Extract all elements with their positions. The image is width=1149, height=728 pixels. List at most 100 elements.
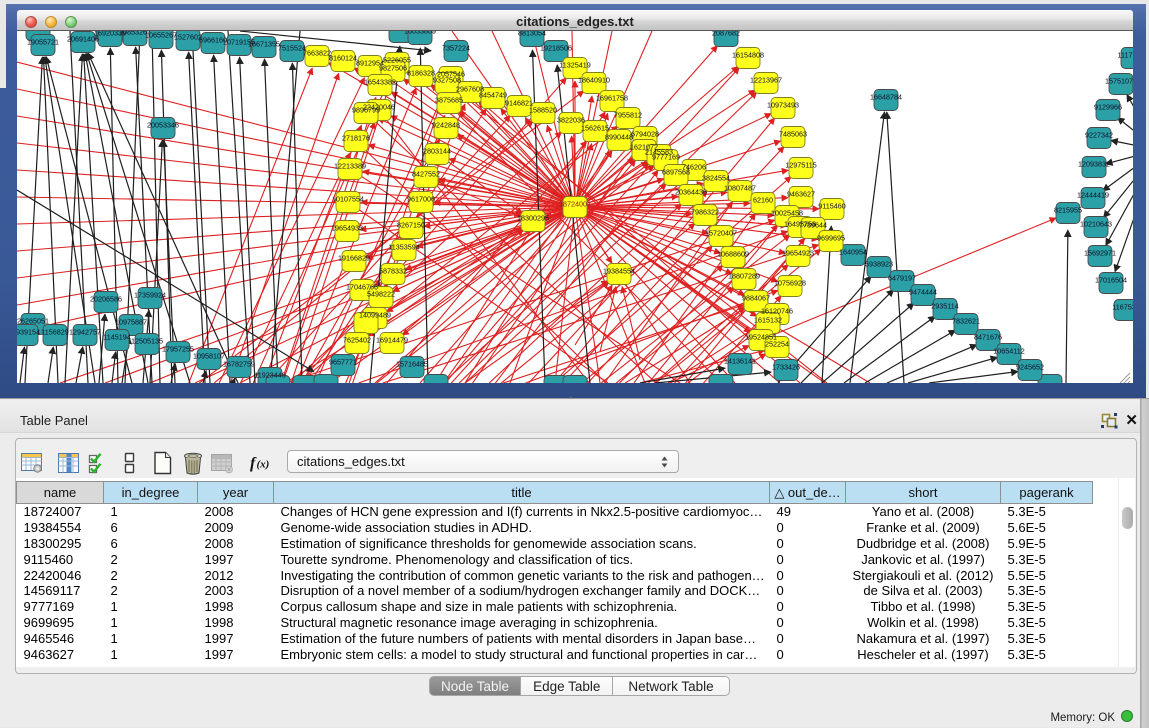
svg-text:1527602: 1527602 (174, 33, 202, 42)
svg-text:19654923: 19654923 (782, 249, 814, 258)
svg-text:7485063: 7485063 (779, 130, 807, 139)
svg-text:10975887: 10975887 (115, 318, 147, 327)
svg-text:9474444: 9474444 (909, 288, 937, 297)
svg-text:7663822: 7663822 (303, 49, 331, 58)
svg-text:11923446: 11923446 (254, 371, 285, 380)
svg-text:12213389: 12213389 (334, 162, 366, 171)
svg-text:1145194: 1145194 (103, 333, 130, 342)
svg-text:17359924: 17359924 (134, 291, 166, 300)
svg-text:9227342: 9227342 (1085, 131, 1113, 140)
svg-text:8215955: 8215955 (1054, 206, 1082, 215)
svg-text:17016504: 17016504 (1095, 276, 1127, 285)
svg-text:10973493: 10973493 (767, 101, 799, 110)
svg-text:15720407: 15720407 (705, 229, 737, 238)
svg-text:7357224: 7357224 (442, 44, 470, 53)
svg-text:10807487: 10807487 (724, 184, 756, 193)
svg-text:9777169: 9777169 (652, 153, 680, 162)
svg-text:16671355: 16671355 (248, 40, 280, 49)
svg-text:11171735: 11171735 (1118, 51, 1133, 60)
svg-text:5498222: 5498222 (367, 290, 395, 299)
svg-text:19055721: 19055721 (27, 38, 59, 47)
svg-text:5938923: 5938923 (865, 260, 893, 269)
svg-text:9617006: 9617006 (407, 195, 435, 204)
svg-text:18807289: 18807289 (728, 272, 760, 281)
svg-text:12213967: 12213967 (750, 76, 782, 85)
svg-text:15716485: 15716485 (396, 360, 428, 369)
svg-text:12093832: 12093832 (1078, 160, 1110, 169)
svg-text:16961758: 16961758 (596, 94, 628, 103)
svg-text:7515524: 7515524 (278, 44, 306, 53)
svg-text:8186328: 8186328 (407, 69, 435, 78)
svg-text:7625402: 7625402 (343, 336, 371, 345)
svg-text:2087682: 2087682 (712, 31, 740, 38)
svg-text:9939154: 9939154 (17, 328, 40, 337)
svg-text:9327508: 9327508 (433, 76, 461, 85)
svg-text:18724007: 18724007 (559, 200, 591, 209)
svg-text:7832621: 7832621 (952, 317, 980, 326)
svg-text:62160: 62160 (753, 196, 773, 205)
svg-text:11353594: 11353594 (388, 243, 419, 252)
svg-text:19166829: 19166829 (338, 254, 370, 263)
svg-text:1156829: 1156829 (41, 328, 68, 337)
svg-text:1588520: 1588520 (529, 106, 557, 115)
svg-text:17957255: 17957255 (162, 345, 194, 354)
svg-text:10107554: 10107554 (332, 195, 364, 204)
svg-text:7789644: 7789644 (799, 221, 827, 230)
svg-text:1562615: 1562615 (581, 124, 609, 133)
svg-text:9129966: 9129966 (1094, 103, 1122, 112)
svg-text:9463627: 9463627 (787, 190, 815, 199)
svg-text:10654112: 10654112 (993, 347, 1024, 356)
svg-text:20206586: 20206586 (90, 295, 122, 304)
svg-text:16648784: 16648784 (870, 93, 902, 102)
svg-text:(x): (x) (257, 459, 270, 471)
svg-text:8990448: 8990448 (605, 133, 633, 142)
svg-text:1615132: 1615132 (754, 316, 782, 325)
svg-text:18300295: 18300295 (517, 214, 549, 223)
svg-text:9884067: 9884067 (742, 294, 770, 303)
svg-text:12975115: 12975115 (785, 161, 816, 170)
svg-text:252254: 252254 (765, 340, 789, 349)
svg-text:5878332: 5878332 (379, 267, 407, 276)
svg-text:1733426: 1733426 (772, 363, 800, 372)
svg-text:15692971: 15692971 (1084, 249, 1116, 258)
svg-text:10210643: 10210643 (1080, 220, 1112, 229)
svg-text:8160124: 8160124 (329, 54, 357, 63)
svg-text:12505135: 12505135 (131, 337, 163, 346)
svg-text:19654933: 19654933 (331, 224, 363, 233)
svg-text:14136141: 14136141 (724, 357, 756, 366)
svg-text:19218506: 19218506 (540, 44, 572, 53)
svg-text:8427552: 8427552 (412, 170, 440, 179)
svg-text:20364436: 20364436 (675, 188, 707, 197)
svg-text:2803144: 2803144 (423, 147, 451, 156)
svg-text:16782759: 16782759 (223, 360, 255, 369)
svg-text:6794028: 6794028 (631, 130, 659, 139)
svg-text:11325419: 11325419 (559, 61, 590, 70)
svg-text:16033809: 16033809 (404, 31, 436, 36)
svg-text:9245652: 9245652 (1016, 363, 1044, 372)
svg-text:9115460: 9115460 (818, 202, 845, 211)
svg-text:1640954: 1640954 (839, 248, 867, 257)
svg-text:1167533: 1167533 (1112, 303, 1133, 312)
svg-text:9699695: 9699695 (817, 234, 845, 243)
svg-text:8471676: 8471676 (974, 333, 1002, 342)
svg-text:10688609: 10688609 (717, 250, 749, 259)
svg-text:16154808: 16154808 (732, 51, 764, 60)
svg-text:10025458: 10025458 (771, 209, 803, 218)
svg-text:3824554: 3824554 (702, 174, 730, 183)
svg-text:7955812: 7955812 (614, 111, 642, 120)
svg-text:7986322: 7986322 (691, 208, 719, 217)
svg-text:8267150: 8267150 (397, 221, 425, 230)
svg-text:3875685: 3875685 (435, 96, 463, 105)
svg-text:10756928: 10756928 (774, 279, 806, 288)
svg-text:16914479: 16914479 (376, 336, 408, 345)
svg-text:2935114: 2935114 (931, 302, 958, 311)
svg-text:18640910: 18640910 (578, 76, 610, 85)
svg-text:14099489: 14099489 (359, 311, 391, 320)
svg-text:16543382: 16543382 (364, 78, 396, 87)
svg-text:15751074: 15751074 (1105, 77, 1133, 86)
svg-text:8454749: 8454749 (479, 91, 507, 100)
svg-text:9242848: 9242848 (432, 121, 460, 130)
svg-text:2718176: 2718176 (342, 134, 370, 143)
svg-text:12942757: 12942757 (69, 328, 101, 337)
svg-text:9657771: 9657771 (329, 358, 357, 367)
